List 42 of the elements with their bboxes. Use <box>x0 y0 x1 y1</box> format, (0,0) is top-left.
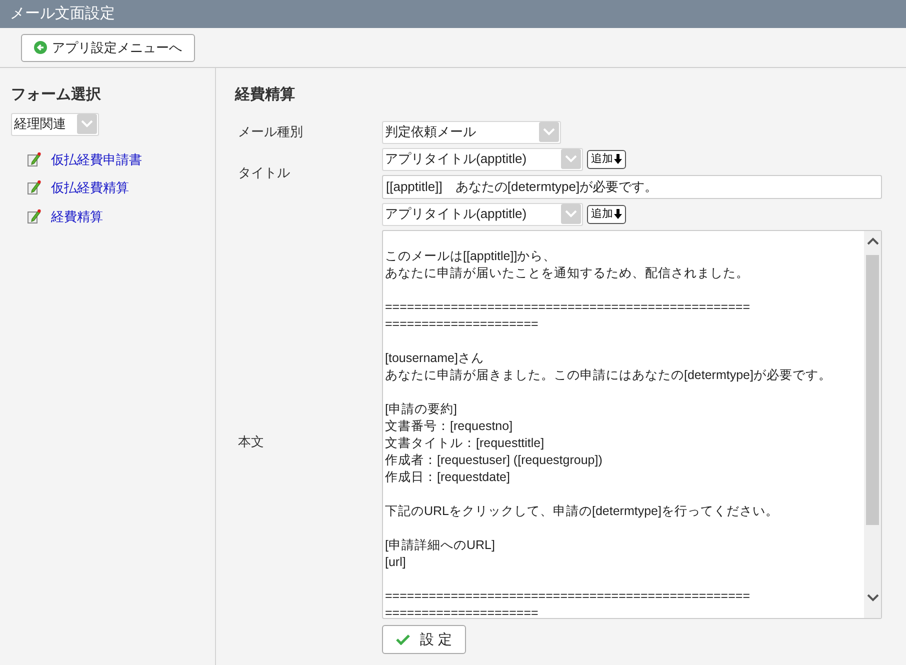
section-heading: 経費精算 <box>235 85 296 105</box>
check-icon <box>396 634 410 644</box>
text-line: ================================================== <box>385 298 750 316</box>
field-label: 本文 <box>238 432 264 451</box>
form-link[interactable]: 仮払経費精算 <box>51 178 129 198</box>
edit-note-icon <box>27 180 41 196</box>
add-button[interactable]: 追加 <box>587 150 626 168</box>
form-link[interactable]: 経費精算 <box>51 206 103 226</box>
submit-button[interactable]: 設 定 <box>382 624 466 654</box>
text-line: 文書番号：[requestno] <box>385 418 513 434</box>
edit-note-icon <box>27 152 41 167</box>
field-label: メール種別 <box>238 123 303 142</box>
text-line: 下記のURLをクリックして、申請の[determtype]を行ってください。 <box>385 502 778 520</box>
text-line: [url] <box>385 554 406 570</box>
variable-select[interactable]: アプリタイトル(apptitle) <box>382 148 583 170</box>
text-line: [tousername]さん <box>385 350 484 366</box>
sidebar-heading: フォーム選択 <box>11 85 102 105</box>
text-line: 作成日：[requestdate] <box>385 468 510 486</box>
text-line: 文書タイトル：[requesttitle] <box>385 434 544 452</box>
text-line: あなたに申請が届きました。この申請にはあなたの[determtype]が必要です。 <box>385 366 832 384</box>
edit-note-icon <box>27 208 41 224</box>
variable-select[interactable]: アプリタイトル(apptitle) <box>382 202 583 226</box>
scrollbar[interactable] <box>864 230 881 618</box>
text-line: ================================================== <box>385 588 750 604</box>
window-title: メール文面設定 <box>10 4 115 24</box>
category-select[interactable]: 経理関連 <box>11 112 99 136</box>
text-line: [申請の要約] <box>385 400 457 418</box>
form-link[interactable]: 仮払経費申請書 <box>51 150 142 169</box>
add-button[interactable]: 追加 <box>587 204 626 224</box>
text-line: あなたに申請が届いたことを通知するため、配信されました。 <box>385 264 749 282</box>
text-line: このメールは[[apptitle]]から、 <box>385 248 556 264</box>
text-line: [申請詳細へのURL] <box>385 536 495 554</box>
mail-type-select[interactable]: 判定依頼メール <box>382 120 561 144</box>
back-arrow-icon <box>34 41 47 54</box>
field-label: タイトル <box>238 164 290 182</box>
down-arrow-icon <box>614 154 622 164</box>
text-line: ===================== <box>385 604 538 618</box>
down-arrow-icon <box>614 209 622 219</box>
text-line: 作成者：[requestuser] ([requestgroup]) <box>385 452 602 468</box>
back-button[interactable]: アプリ設定メニューへ <box>21 34 195 62</box>
text-line: ===================== <box>385 316 538 332</box>
title-input[interactable]: [[apptitle]] あなたの[determtype]が必要です。 <box>382 174 882 198</box>
